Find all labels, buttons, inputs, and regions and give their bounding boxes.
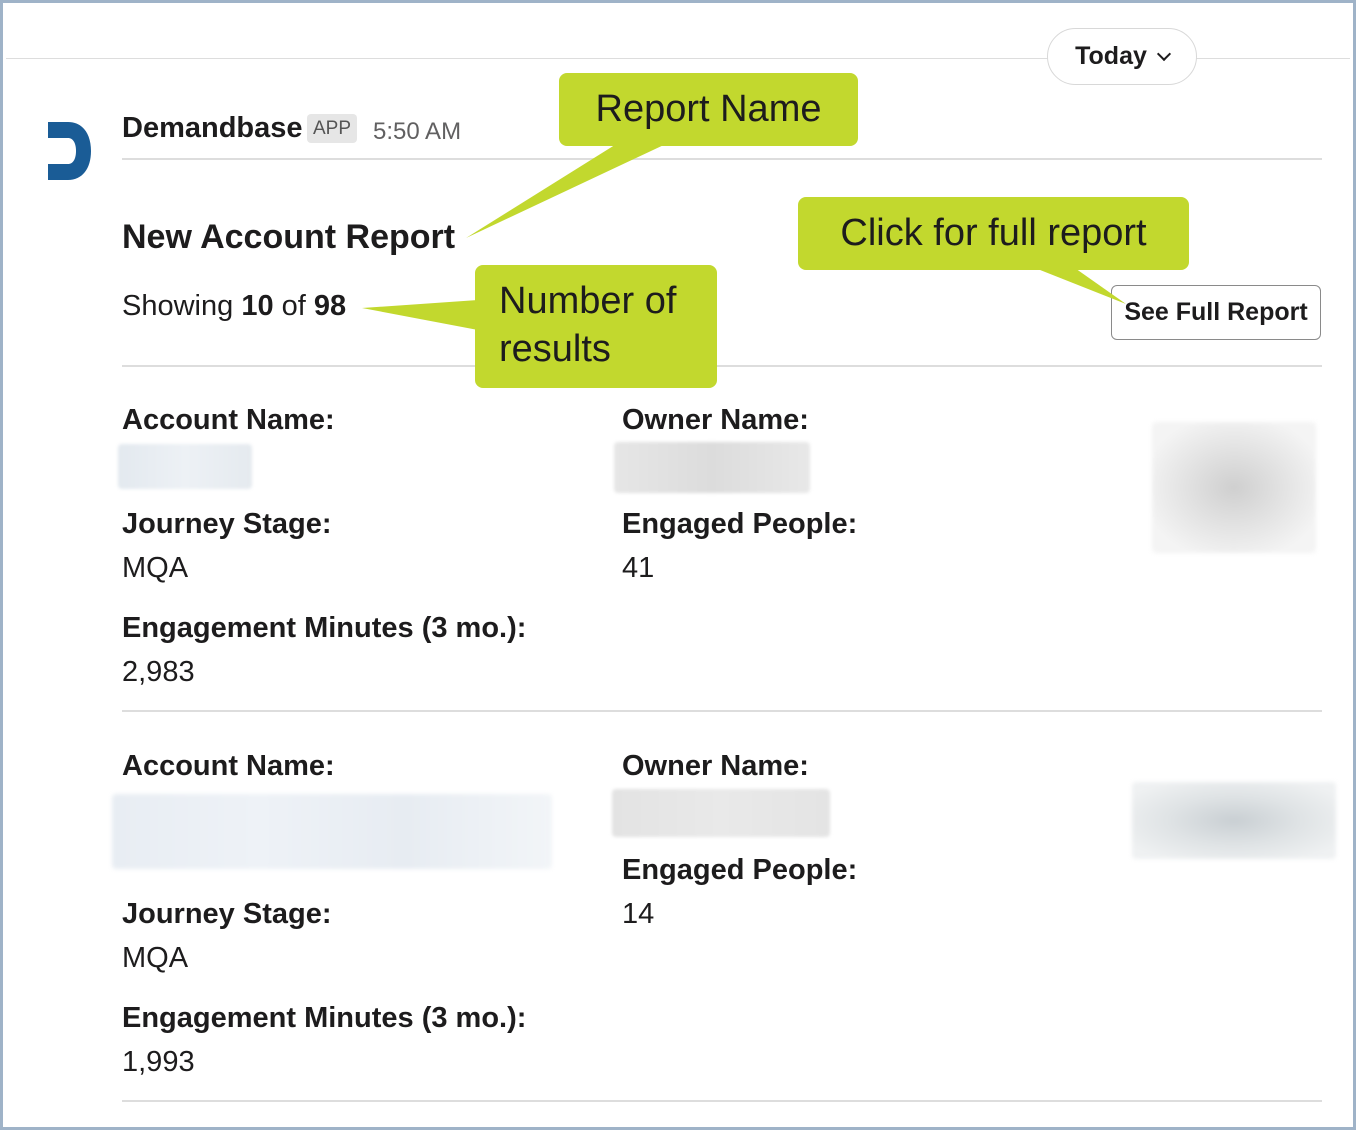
full-report-callout-text: Click for full report	[840, 212, 1147, 254]
callout-pointers	[362, 143, 1126, 330]
report-name-pointer	[466, 143, 668, 238]
report-name-callout: Report Name	[559, 73, 858, 146]
full-report-pointer	[1030, 266, 1126, 304]
full-report-callout: Click for full report	[798, 197, 1189, 270]
report-name-callout-text: Report Name	[595, 88, 822, 130]
number-of-results-callout-line2: results	[499, 328, 611, 370]
number-of-results-callout: Number of results	[475, 265, 717, 388]
number-of-results-callout-line1: Number of	[499, 280, 677, 322]
results-pointer	[362, 300, 478, 330]
